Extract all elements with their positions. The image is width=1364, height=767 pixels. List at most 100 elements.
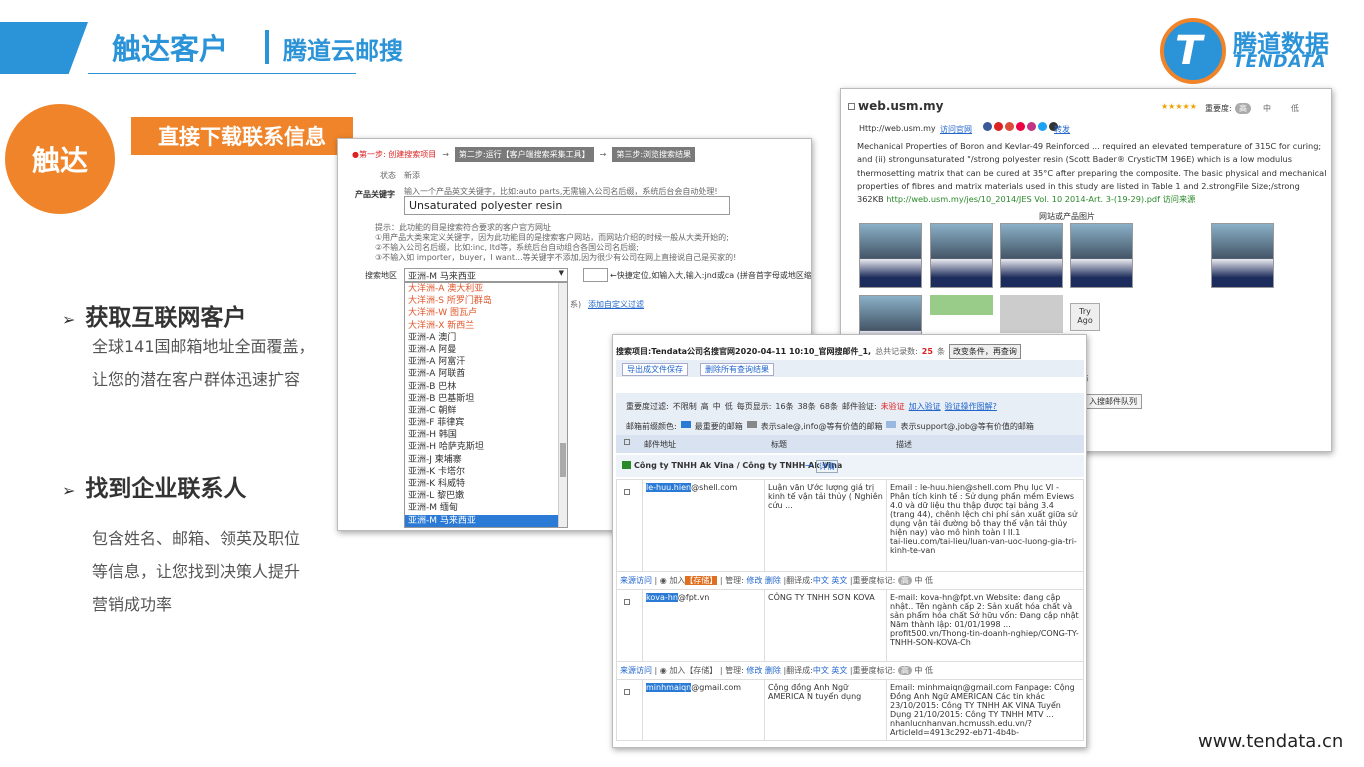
region-option[interactable]: 亚洲-B 巴基斯坦	[405, 393, 567, 405]
edit-link[interactable]: 修改	[746, 576, 762, 585]
add-link[interactable]: 加入	[669, 576, 685, 585]
region-option[interactable]: 大洋洲-A 澳大利亚	[405, 283, 567, 295]
weibo-icon[interactable]	[1016, 122, 1025, 131]
importance-low-radio[interactable]: 低	[1291, 103, 1299, 114]
translate-cn-link[interactable]: 中文	[813, 666, 829, 675]
title-separator	[265, 30, 269, 64]
add-link[interactable]: 加入	[669, 666, 685, 675]
add-verify-link[interactable]: 加入验证	[909, 401, 941, 412]
per-page-option[interactable]: 68条	[820, 401, 838, 412]
per-page-option[interactable]: 16条	[775, 401, 793, 412]
site-image[interactable]	[1211, 223, 1274, 288]
change-condition-button[interactable]: 改变条件，再查询	[948, 344, 1021, 359]
select-all-checkbox[interactable]	[624, 439, 630, 445]
importance-high-radio[interactable]: 高	[1235, 103, 1251, 114]
site-image[interactable]	[1000, 223, 1063, 288]
region-option[interactable]: 大洋洲-W 图瓦卢	[405, 307, 567, 319]
filter-option[interactable]: 不限制	[673, 401, 697, 412]
translate-en-link[interactable]: 英文	[831, 576, 847, 585]
region-option[interactable]: 亚洲-C 朝鲜	[405, 405, 567, 417]
region-option[interactable]: 亚洲-K 科威特	[405, 478, 567, 490]
site-image[interactable]	[1070, 223, 1133, 288]
add-mail-queue-button[interactable]: 入搜邮件队列	[1084, 394, 1142, 409]
store-tag[interactable]: 【存储】	[685, 576, 718, 585]
touch-circle-badge: 触达	[5, 104, 115, 214]
instagram-icon[interactable]	[1027, 122, 1036, 131]
visit-site-link[interactable]: 访问官网	[940, 124, 972, 135]
filter-option[interactable]: 高	[701, 401, 709, 412]
region-select[interactable]: 亚洲-M 马来西亚 ▼	[404, 268, 568, 282]
email-prefix[interactable]: minhmaiqn	[646, 683, 692, 692]
filter-option[interactable]: 中	[713, 401, 721, 412]
mark-high[interactable]: 高	[897, 576, 912, 585]
keyword-input[interactable]: Unsaturated polyester resin	[404, 196, 730, 215]
row-checkbox-cell[interactable]	[616, 589, 643, 662]
step2-button[interactable]: 第二步:运行【客户端搜索采集工具】	[454, 147, 594, 162]
region-option[interactable]: 亚洲-A 阿曼	[405, 344, 567, 356]
source-link[interactable]: http://web.usm.my/jes/10_2014/JES Vol. 1…	[886, 194, 1195, 204]
delete-all-button[interactable]: 删除所有查询结果	[700, 363, 774, 376]
region-option[interactable]: 亚洲-K 卡塔尔	[405, 466, 567, 478]
desc-find-contacts: 包含姓名、邮箱、领英及职位等信息，让您找到决策人提升营销成功率	[92, 529, 301, 614]
store-tag[interactable]: 【存储】	[685, 666, 717, 675]
region-option[interactable]: 大洋洲-S 所罗门群岛	[405, 295, 567, 307]
scrollbar-thumb[interactable]	[560, 443, 566, 477]
add-custom-filter-link[interactable]: 添加自定义过滤	[588, 299, 644, 310]
details-button[interactable]: 详情	[816, 460, 838, 473]
site-image[interactable]	[930, 223, 993, 288]
try-ago-image[interactable]: Try Ago	[1070, 303, 1100, 331]
email-prefix[interactable]: kova-hn	[646, 593, 678, 602]
region-option[interactable]: 亚洲-J 柬埔寨	[405, 454, 567, 466]
dropdown-scrollbar[interactable]	[558, 283, 567, 527]
mark-low[interactable]: 低	[925, 666, 933, 675]
site-image[interactable]	[859, 223, 922, 288]
region-option[interactable]: 亚洲-A 澳门	[405, 332, 567, 344]
delete-link[interactable]: 删除	[765, 576, 781, 585]
mark-high[interactable]: 高	[897, 666, 912, 675]
youtube-icon[interactable]	[994, 122, 1003, 131]
row-checkbox-cell[interactable]	[616, 479, 643, 572]
filter-option[interactable]: 低	[725, 401, 733, 412]
region-option[interactable]: 亚洲-H 哈萨克斯坦	[405, 441, 567, 453]
region-option[interactable]: 亚洲-F 菲律宾	[405, 417, 567, 429]
importance-mid-radio[interactable]: 中	[1263, 103, 1271, 114]
region-option[interactable]: 亚洲-M 缅甸	[405, 502, 567, 514]
translate-en-link[interactable]: 英文	[831, 666, 847, 675]
export-button[interactable]: 导出成文件保存	[622, 363, 688, 376]
per-page-option[interactable]: 38条	[798, 401, 816, 412]
verify-help-link[interactable]: 验证操作图解?	[945, 401, 997, 412]
region-option[interactable]: 大洋洲-X 新西兰	[405, 320, 567, 332]
step1-label[interactable]: ●第一步: 创建搜索项目	[352, 149, 436, 160]
visit-source-link[interactable]: 来源访问	[620, 666, 652, 675]
mark-low[interactable]: 低	[925, 576, 933, 585]
header-accent-band	[0, 22, 88, 74]
region-option[interactable]: 亚洲-A 阿联酋	[405, 368, 567, 380]
site-image[interactable]	[1000, 295, 1063, 333]
region-option[interactable]: 亚洲-L 黎巴嫩	[405, 490, 567, 502]
site-image[interactable]	[930, 295, 993, 315]
row-checkbox[interactable]	[624, 489, 630, 495]
select-checkbox[interactable]	[848, 103, 855, 110]
tip-line: 提示：此功能的目是搜索符合要求的客户官方网址	[375, 223, 551, 232]
region-option[interactable]: 亚洲-H 韩国	[405, 429, 567, 441]
region-option[interactable]: 亚洲-A 阿富汗	[405, 356, 567, 368]
mark-mid[interactable]: 中	[914, 666, 922, 675]
twitter-icon[interactable]	[1038, 122, 1047, 131]
region-option-selected[interactable]: 亚洲-M 马来西亚	[405, 514, 567, 527]
quick-locate-input[interactable]	[583, 268, 608, 282]
region-option[interactable]: 亚洲-B 巴林	[405, 381, 567, 393]
mark-mid[interactable]: 中	[914, 576, 922, 585]
row-checkbox[interactable]	[624, 689, 630, 695]
step3-button[interactable]: 第三步:浏览搜索结果	[612, 147, 696, 162]
facebook-icon[interactable]	[983, 122, 992, 131]
email-prefix[interactable]: le-huu.hien	[646, 483, 692, 492]
row-checkbox-cell[interactable]	[616, 679, 643, 741]
forward-link[interactable]: 转发	[1054, 124, 1070, 135]
visit-source-link[interactable]: 来源访问	[620, 576, 652, 585]
translate-cn-link[interactable]: 中文	[813, 576, 829, 585]
row-checkbox[interactable]	[624, 599, 630, 605]
delete-link[interactable]: 删除	[765, 666, 781, 675]
footer-url[interactable]: www.tendata.cn	[1198, 731, 1343, 752]
google-plus-icon[interactable]	[1005, 122, 1014, 131]
edit-link[interactable]: 修改	[746, 666, 762, 675]
